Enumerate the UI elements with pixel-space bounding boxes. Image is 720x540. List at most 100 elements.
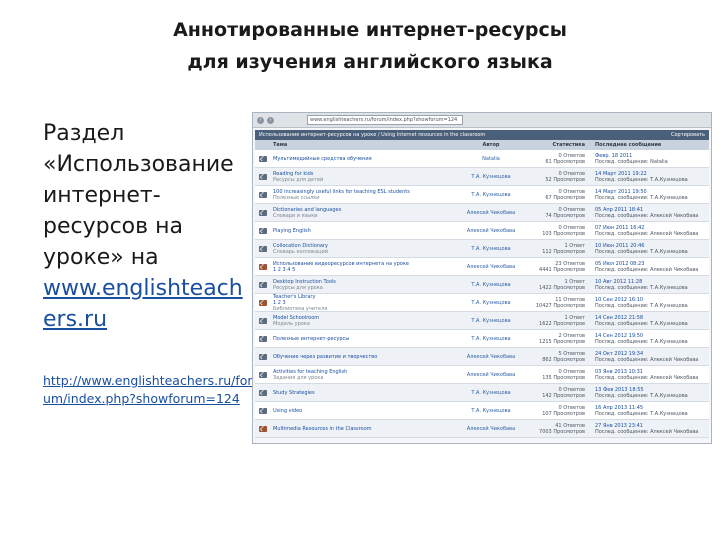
table-row[interactable]: Playing English Алексей Чикобава 0 Ответов… xyxy=(255,222,709,240)
last-post-author: Послед. сообщение: Т.А.Кузнецова xyxy=(595,392,688,399)
description-line: Раздел xyxy=(43,121,125,146)
icon-cell xyxy=(255,389,271,396)
topic-title-link[interactable]: Multimedia Resources in the Classroom xyxy=(273,426,453,432)
stats-cell: 0 Ответов 74 Просмотров xyxy=(529,207,589,219)
slide-title-line-1: Аннотированные интернет-ресурсы xyxy=(173,19,567,41)
last-post-author: Послед. сообщение: Т.А.Кузнецова xyxy=(595,338,688,345)
topic-cell: Activities for teaching English Задания д… xyxy=(271,369,453,381)
table-row[interactable]: Study Strategies Т.А. Кузнецова 0 Ответов 1… xyxy=(255,384,709,402)
table-row[interactable]: Reading for kids Ресурсы для детей Т.А. Ку… xyxy=(255,168,709,186)
stats-cell: 0 Ответов 61 Просмотров xyxy=(529,153,589,165)
table-row[interactable]: Использование видеоресурсов интернета на… xyxy=(255,258,709,276)
topic-title-link[interactable]: Полезные интернет-ресурсы xyxy=(273,336,453,342)
icon-cell xyxy=(255,263,271,270)
last-post-cell: 05 Апр 2011 18:41 Послед. сообщение: Алек… xyxy=(589,207,709,219)
last-post-author: Послед. сообщение: Т.А.Кузнецова xyxy=(595,194,688,201)
topic-author-link[interactable]: Алексей Чикобава xyxy=(453,264,529,270)
table-row[interactable]: Мультимедийные средства обучения Natalia 0… xyxy=(255,150,709,168)
topic-description: Ресурсы для детей xyxy=(273,176,324,183)
table-row[interactable]: Полезные интернет-ресурсы Т.А. Кузнецова 2… xyxy=(255,330,709,348)
topic-status-icon xyxy=(259,407,267,414)
topic-description: Библиотека учителя xyxy=(273,305,328,312)
table-row[interactable]: Activities for teaching English Задания д… xyxy=(255,366,709,384)
last-post-cell: 24 Окт 2012 19:34 Послед. сообщение: Алек… xyxy=(589,351,709,363)
topic-author-link[interactable]: Т.А. Кузнецова xyxy=(453,282,529,288)
topic-cell: Model Schoolroom Модель урока xyxy=(271,315,453,327)
topic-status-icon xyxy=(259,317,267,324)
topic-author-link[interactable]: Алексей Чикобава xyxy=(453,228,529,234)
topic-title-link[interactable]: Обучение через развитие и творчество xyxy=(273,354,453,360)
topic-status-icon xyxy=(259,209,267,216)
table-row[interactable]: Collocation Dictionary Словарь коллокаций… xyxy=(255,240,709,258)
topic-author-link[interactable]: Т.А. Кузнецова xyxy=(453,336,529,342)
table-row[interactable]: Dictionaries and languages Словари и язык… xyxy=(255,204,709,222)
topic-title-link[interactable]: Using video xyxy=(273,408,453,414)
table-row[interactable]: 100 increasingly useful links for teachi… xyxy=(255,186,709,204)
views-count: 7003 Просмотров xyxy=(539,428,585,435)
topic-author-link[interactable]: Т.А. Кузнецова xyxy=(453,300,529,306)
topic-cell: Study Strategies xyxy=(271,390,453,396)
stats-cell: 23 Ответов 4441 Просмотров xyxy=(529,261,589,273)
views-count: 10427 Просмотров xyxy=(535,302,585,309)
table-row[interactable]: Обучение через развитие и творчество Алек… xyxy=(255,348,709,366)
topic-author-link[interactable]: Алексей Чикобава xyxy=(453,426,529,432)
table-row[interactable]: Model Schoolroom Модель урока Т.А. Кузнецо… xyxy=(255,312,709,330)
forum-url-link[interactable]: http://www.englishteachers.ru/forum/inde… xyxy=(43,372,253,408)
topic-column-header[interactable]: Тема xyxy=(271,142,453,148)
views-count: 67 Просмотров xyxy=(545,194,585,201)
icon-cell xyxy=(255,407,271,414)
icon-cell xyxy=(255,335,271,342)
description-line: уроке» на xyxy=(43,245,159,270)
topic-pages[interactable]: 1 2 3 4 5 xyxy=(273,267,453,273)
topic-title-link[interactable]: Study Strategies xyxy=(273,390,453,396)
topic-author-link[interactable]: Т.А. Кузнецова xyxy=(453,192,529,198)
table-row[interactable]: Teacher's Library 1 2 3 Библиотека учителя… xyxy=(255,294,709,312)
topic-author-link[interactable]: Т.А. Кузнецова xyxy=(453,408,529,414)
description-line: «Использование xyxy=(43,152,234,177)
site-link[interactable]: www.englishteach ers.ru xyxy=(43,276,243,332)
stats-cell: 5 Ответов 862 Просмотров xyxy=(529,351,589,363)
stats-cell: 0 Ответов 135 Просмотров xyxy=(529,369,589,381)
views-count: 103 Просмотров xyxy=(542,230,585,237)
icon-cell xyxy=(255,155,271,162)
topic-author-link[interactable]: Т.А. Кузнецова xyxy=(453,318,529,324)
last-post-author: Послед. сообщение: Т.А.Кузнецова xyxy=(595,302,688,309)
last-post-cell: 03 Янв 2013 10:31 Послед. сообщение: Алек… xyxy=(589,369,709,381)
topic-title-link[interactable]: Мультимедийные средства обучения xyxy=(273,156,453,162)
topic-description: Задания для урока xyxy=(273,374,324,381)
icon-cell xyxy=(255,173,271,180)
author-column-header[interactable]: Автор xyxy=(453,142,529,148)
topic-author-link[interactable]: Алексей Чикобава xyxy=(453,210,529,216)
views-count: 107 Просмотров xyxy=(542,410,585,417)
icon-cell xyxy=(255,227,271,234)
forward-icon[interactable]: › xyxy=(267,116,274,124)
last-post-author: Послед. сообщение: Т.А.Кузнецова xyxy=(595,248,688,255)
topic-title-link[interactable]: Playing English xyxy=(273,228,453,234)
last-post-cell: 05 Июл 2012 08:23 Послед. сообщение: Алек… xyxy=(589,261,709,273)
back-icon[interactable]: ‹ xyxy=(257,116,264,124)
last-post-author: Послед. сообщение: Алексей Чикобава xyxy=(595,428,699,435)
table-row[interactable]: Desktop Instruction Tools Ресурсы для уро… xyxy=(255,276,709,294)
table-row[interactable]: Using video Т.А. Кузнецова 0 Ответов 107 Пр… xyxy=(255,402,709,420)
sort-button[interactable]: Сортировать xyxy=(671,132,705,138)
topic-cell: Мультимедийные средства обучения xyxy=(271,156,453,162)
stats-column-header[interactable]: Статистика xyxy=(529,142,589,148)
stats-cell: 11 Ответов 10427 Просмотров xyxy=(529,297,589,309)
topic-author-link[interactable]: Т.А. Кузнецова xyxy=(453,246,529,252)
last-post-author: Послед. сообщение: Алексей Чикобава xyxy=(595,212,699,219)
topic-author-link[interactable]: Т.А. Кузнецова xyxy=(453,390,529,396)
views-count: 4441 Просмотров xyxy=(539,266,585,273)
last-post-author: Послед. сообщение: Алексей Чикобава xyxy=(595,230,699,237)
topic-status-icon xyxy=(259,371,267,378)
topic-author-link[interactable]: Natalia xyxy=(453,156,529,162)
topic-author-link[interactable]: Алексей Чикобава xyxy=(453,354,529,360)
topic-author-link[interactable]: Т.А. Кузнецова xyxy=(453,174,529,180)
address-bar[interactable]: www.englishteachers.ru/forum/index.php?s… xyxy=(307,115,463,125)
last-post-column-header[interactable]: Последнее сообщение xyxy=(589,142,709,148)
topic-author-link[interactable]: Алексей Чикобава xyxy=(453,372,529,378)
stats-cell: 0 Ответов 142 Просмотров xyxy=(529,387,589,399)
views-count: 52 Просмотров xyxy=(545,176,585,183)
topic-status-icon xyxy=(259,299,267,306)
views-count: 862 Просмотров xyxy=(542,356,585,363)
table-row[interactable]: Multimedia Resources in the Classroom Але… xyxy=(255,420,709,438)
